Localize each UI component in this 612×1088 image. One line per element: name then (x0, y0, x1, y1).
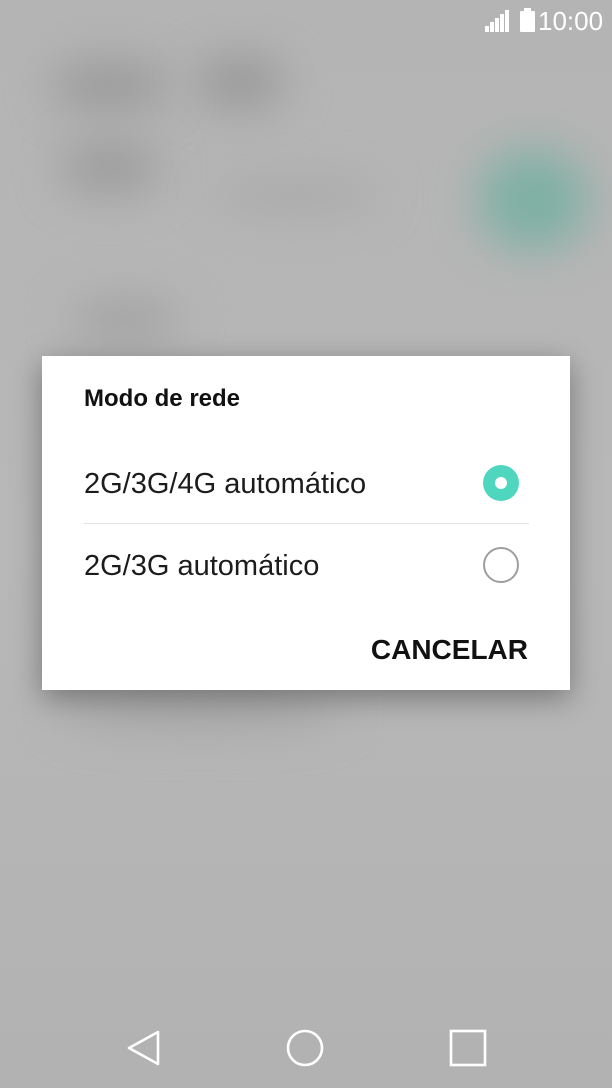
home-circle-icon[interactable] (281, 1024, 329, 1072)
blur-shape (50, 60, 170, 110)
status-bar: 10:00 (0, 0, 612, 44)
network-mode-dialog: Modo de rede 2G/3G/4G automático 2G/3G a… (42, 356, 570, 690)
blur-shape (60, 140, 160, 195)
option-2g-3g-4g-auto[interactable]: 2G/3G/4G automático (42, 442, 570, 524)
blur-shape (478, 150, 588, 250)
signal-icon (485, 10, 509, 32)
blur-shape (60, 690, 340, 730)
cancel-button[interactable]: CANCELAR (338, 624, 528, 676)
option-label: 2G/3G/4G automático (84, 468, 367, 500)
recents-square-icon[interactable] (444, 1024, 492, 1072)
blur-shape (210, 180, 380, 210)
option-2g-3g-auto[interactable]: 2G/3G automático (42, 524, 570, 606)
blur-shape (195, 55, 285, 110)
radio-unselected-icon[interactable] (483, 547, 519, 583)
back-triangle-icon[interactable] (120, 1024, 168, 1072)
radio-selected-icon[interactable] (483, 465, 519, 501)
battery-icon (520, 8, 535, 32)
status-time: 10:00 (538, 6, 604, 36)
navigation-bar (0, 1008, 612, 1088)
blur-shape (70, 300, 180, 340)
dialog-title: Modo de rede (84, 385, 241, 412)
option-label: 2G/3G automático (84, 550, 320, 582)
